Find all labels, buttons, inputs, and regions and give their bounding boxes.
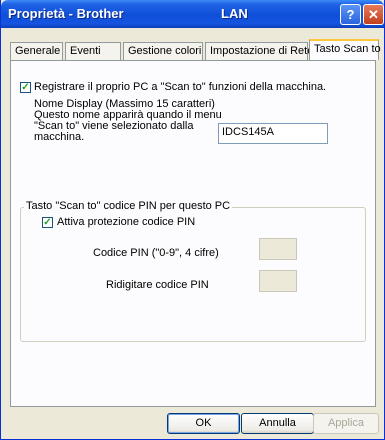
apply-button[interactable]: Applica: [313, 413, 379, 434]
cancel-button[interactable]: Annulla: [241, 413, 314, 434]
tab-impostazione-di-rete[interactable]: Impostazione di Rete: [205, 42, 313, 60]
window-title: Proprietà - Brother: [8, 6, 124, 21]
pin-code-input[interactable]: [259, 238, 297, 260]
tab-eventi[interactable]: Eventi: [65, 42, 121, 60]
properties-dialog: Proprietà - Brother LAN ? ✕ Generale Eve…: [0, 0, 385, 440]
tab-tasto-scan-to[interactable]: Tasto Scan to: [309, 39, 381, 60]
close-button[interactable]: ✕: [363, 4, 384, 25]
pin-protection-label: Attiva protezione codice PIN: [57, 216, 196, 228]
pin-protection-checkbox[interactable]: ✓: [42, 217, 53, 228]
pin-group-title: Tasto "Scan to" codice PIN per questo PC: [24, 200, 233, 212]
tab-generale[interactable]: Generale: [10, 42, 63, 60]
pin-retype-input[interactable]: [259, 270, 297, 292]
tab-gestione-colori[interactable]: Gestione colori: [123, 42, 203, 60]
title-bar[interactable]: Proprietà - Brother LAN ? ✕: [1, 0, 384, 28]
register-checkbox[interactable]: ✓: [20, 82, 31, 93]
pin-code-label: Codice PIN ("0-9", 4 cifre): [93, 247, 219, 259]
register-label: Registrare il proprio PC a "Scan to" fun…: [34, 81, 327, 93]
display-name-input[interactable]: IDCS145A: [218, 123, 328, 144]
help-button[interactable]: ?: [340, 4, 361, 25]
window-title-suffix: LAN: [221, 6, 248, 21]
close-icon: ✕: [368, 7, 379, 22]
help-icon: ?: [346, 7, 355, 22]
tab-strip: Generale Eventi Gestione colori Impostaz…: [10, 37, 381, 60]
ok-button[interactable]: OK: [167, 413, 240, 434]
display-name-description: Nome Display (Massimo 15 caratteri) Ques…: [34, 98, 222, 143]
pin-retype-label: Ridigitare codice PIN: [106, 279, 209, 291]
tab-panel: ✓ Registrare il proprio PC a "Scan to" f…: [10, 60, 376, 407]
display-name-value: IDCS145A: [222, 126, 274, 138]
